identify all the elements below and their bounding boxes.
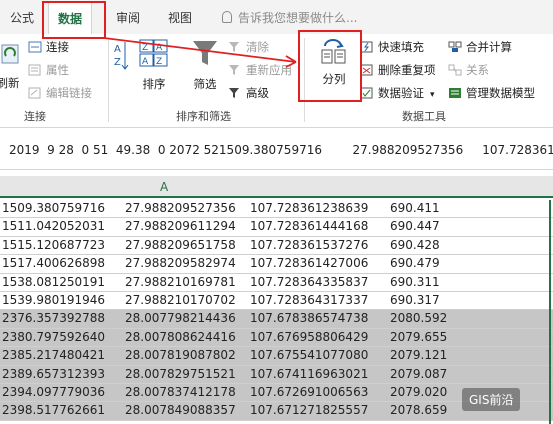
watermark: GIS前沿: [462, 388, 521, 411]
annotation-arrow: [103, 37, 297, 68]
